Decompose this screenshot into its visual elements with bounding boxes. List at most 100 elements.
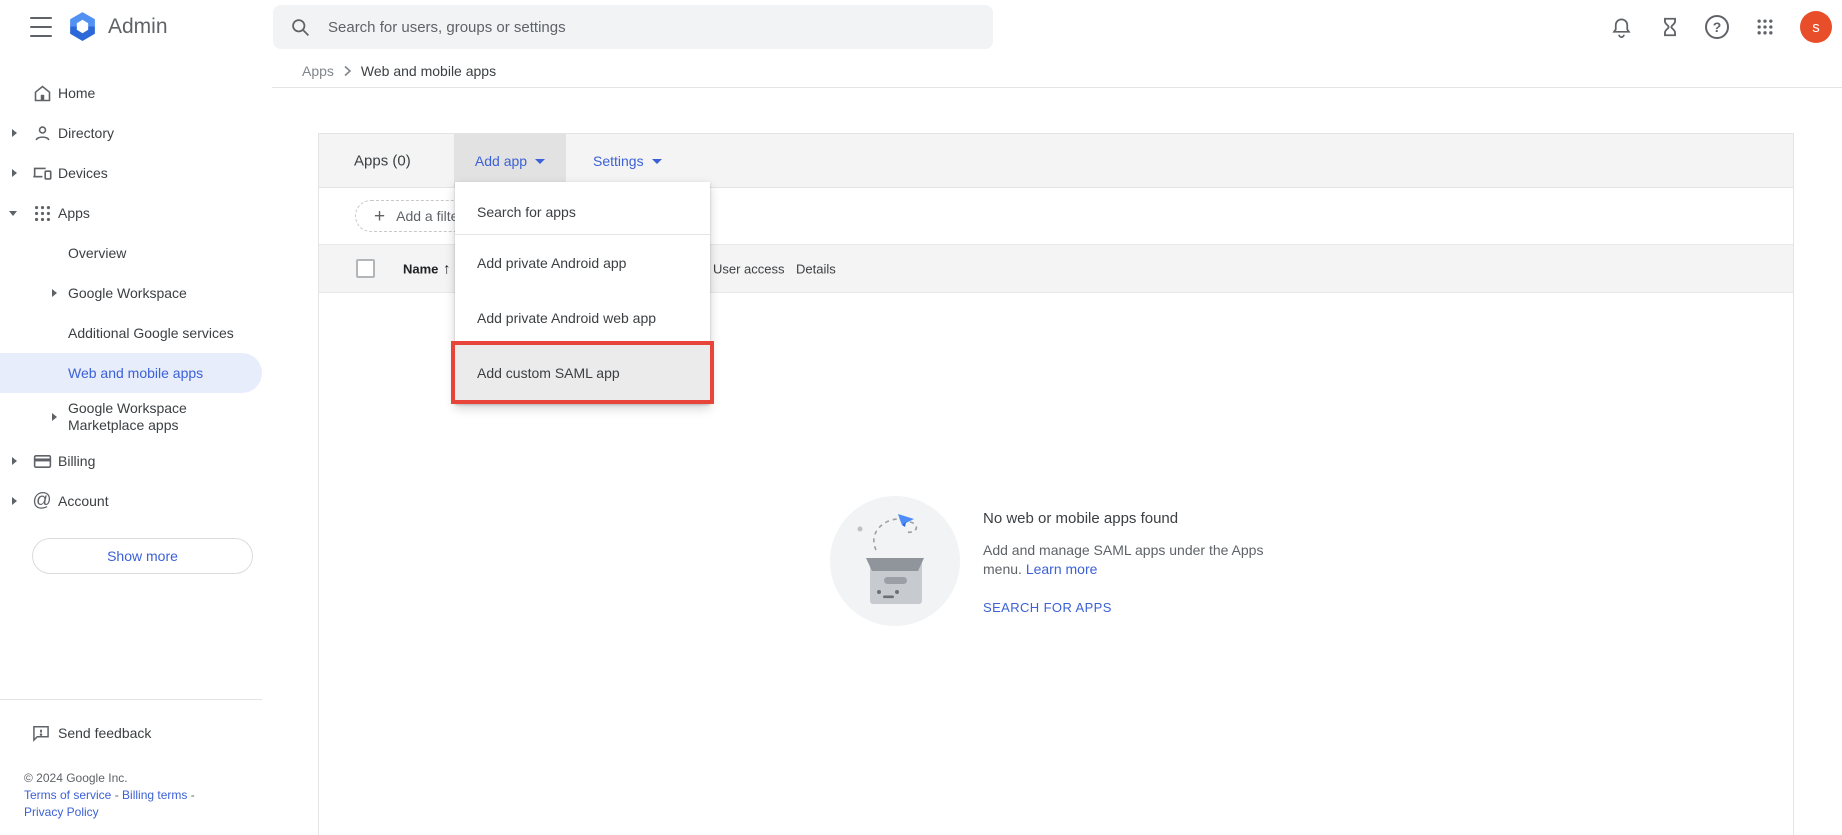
brand: Admin bbox=[66, 10, 168, 43]
avatar-initial: s bbox=[1812, 18, 1820, 36]
billing-terms-link[interactable]: Billing terms bbox=[122, 788, 187, 802]
apps-grid-icon bbox=[31, 202, 53, 224]
menu-item-add-private-android-web-app[interactable]: Add private Android web app bbox=[455, 290, 710, 345]
billing-card-icon bbox=[31, 450, 53, 472]
sidebar-item-label: Directory bbox=[58, 125, 115, 141]
sidebar-footer: © 2024 Google Inc. Terms of service - Bi… bbox=[24, 770, 262, 821]
devices-icon bbox=[31, 162, 53, 184]
sidebar: Home Directory Devices Apps Overview Goo… bbox=[0, 54, 262, 835]
sidebar-item-home[interactable]: Home bbox=[0, 73, 262, 113]
send-feedback-label: Send feedback bbox=[58, 725, 152, 741]
main-pane: Apps Web and mobile apps Apps (0) Add ap… bbox=[272, 54, 1842, 835]
add-app-menu: Search for apps Add private Android app … bbox=[455, 182, 710, 404]
search-icon bbox=[290, 17, 311, 38]
sidebar-item-web-and-mobile-apps[interactable]: Web and mobile apps bbox=[0, 353, 262, 393]
settings-button[interactable]: Settings bbox=[589, 134, 666, 187]
topbar-actions: ? s bbox=[1609, 0, 1832, 54]
breadcrumb-apps-link[interactable]: Apps bbox=[302, 63, 334, 79]
add-app-button[interactable]: Add app bbox=[454, 134, 566, 187]
expand-down-icon[interactable] bbox=[9, 210, 17, 216]
add-app-label: Add app bbox=[474, 152, 528, 169]
column-header-details[interactable]: Details bbox=[796, 261, 836, 276]
empty-box-illustration bbox=[830, 496, 960, 626]
sidebar-item-billing[interactable]: Billing bbox=[0, 441, 262, 481]
help-icon[interactable]: ? bbox=[1705, 15, 1729, 39]
sidebar-item-label: Account bbox=[58, 493, 109, 509]
settings-label: Settings bbox=[593, 152, 644, 169]
directory-person-icon bbox=[31, 122, 53, 144]
empty-state-text: No web or mobile apps found Add and mana… bbox=[983, 496, 1283, 626]
sidebar-item-additional-google-services[interactable]: Additional Google services bbox=[0, 313, 262, 353]
sidebar-item-label: Overview bbox=[68, 245, 127, 261]
menu-item-add-private-android-app[interactable]: Add private Android app bbox=[455, 235, 710, 290]
plus-icon: + bbox=[374, 205, 386, 227]
notifications-bell-icon[interactable] bbox=[1609, 15, 1634, 40]
learn-more-link[interactable]: Learn more bbox=[1026, 561, 1098, 577]
empty-state-title: No web or mobile apps found bbox=[983, 510, 1179, 527]
sidebar-item-label: Billing bbox=[58, 453, 96, 469]
sidebar-nav: Home Directory Devices Apps Overview Goo… bbox=[0, 54, 262, 574]
expand-right-icon[interactable] bbox=[12, 497, 17, 505]
select-all-checkbox[interactable] bbox=[356, 259, 375, 278]
sidebar-item-overview[interactable]: Overview bbox=[0, 233, 262, 273]
sidebar-item-devices[interactable]: Devices bbox=[0, 153, 262, 193]
expand-right-icon[interactable] bbox=[12, 129, 17, 137]
legal-separator: - bbox=[114, 788, 119, 802]
sidebar-item-label: Apps bbox=[58, 205, 90, 221]
privacy-policy-link[interactable]: Privacy Policy bbox=[24, 805, 99, 819]
sidebar-bottom: Send feedback © 2024 Google Inc. Terms o… bbox=[0, 699, 262, 835]
sidebar-item-account[interactable]: @ Account bbox=[0, 481, 262, 521]
question-mark-glyph: ? bbox=[1712, 19, 1722, 35]
send-feedback-button[interactable]: Send feedback bbox=[0, 712, 262, 754]
sidebar-item-google-workspace-marketplace-apps[interactable]: Google Workspace Marketplace apps bbox=[0, 393, 262, 441]
sidebar-item-label: Home bbox=[58, 85, 96, 101]
search-placeholder: Search for users, groups or settings bbox=[328, 18, 566, 36]
add-filter-label: Add a filter bbox=[396, 208, 464, 224]
home-icon bbox=[31, 82, 53, 104]
expand-right-icon[interactable] bbox=[12, 457, 17, 465]
expand-right-icon[interactable] bbox=[52, 413, 57, 421]
sidebar-item-google-workspace[interactable]: Google Workspace bbox=[0, 273, 262, 313]
sidebar-item-apps[interactable]: Apps bbox=[0, 193, 262, 233]
dropdown-caret-icon bbox=[535, 159, 546, 164]
account-at-icon: @ bbox=[32, 490, 52, 511]
chevron-right-icon bbox=[343, 65, 352, 77]
expand-right-icon[interactable] bbox=[52, 289, 57, 297]
sidebar-item-directory[interactable]: Directory bbox=[0, 113, 262, 153]
terms-of-service-link[interactable]: Terms of service bbox=[24, 788, 111, 802]
search-input[interactable]: Search for users, groups or settings bbox=[273, 5, 993, 49]
breadcrumb: Apps Web and mobile apps bbox=[272, 54, 1842, 88]
sidebar-item-label: Web and mobile apps bbox=[68, 365, 204, 381]
menu-item-add-custom-saml-app[interactable]: Add custom SAML app bbox=[455, 345, 710, 400]
account-avatar[interactable]: s bbox=[1800, 11, 1832, 43]
dropdown-caret-icon bbox=[651, 159, 662, 164]
feedback-icon bbox=[30, 722, 52, 744]
description-line-1: Add and manage SAML apps under the Apps bbox=[983, 542, 1264, 558]
empty-state: No web or mobile apps found Add and mana… bbox=[830, 496, 1283, 626]
sidebar-item-label: Google Workspace Marketplace apps bbox=[68, 400, 187, 433]
column-header-user-access[interactable]: User access bbox=[713, 261, 785, 276]
apps-count-title: Apps (0) bbox=[354, 152, 411, 169]
description-line-2: menu. bbox=[983, 561, 1022, 577]
show-more-label: Show more bbox=[107, 548, 178, 564]
sidebar-item-label: Additional Google services bbox=[68, 325, 234, 341]
content-area: Apps (0) Add app Settings + Add a filter bbox=[272, 88, 1842, 835]
hamburger-menu-icon[interactable] bbox=[30, 17, 52, 37]
breadcrumb-current: Web and mobile apps bbox=[360, 62, 497, 79]
sort-ascending-icon[interactable]: ↑ bbox=[443, 260, 451, 277]
menu-item-search-for-apps[interactable]: Search for apps bbox=[455, 190, 710, 234]
google-apps-grid-icon[interactable] bbox=[1752, 15, 1777, 40]
search-for-apps-button[interactable]: SEARCH FOR APPS bbox=[983, 600, 1283, 615]
apps-toolbar: Apps (0) Add app Settings bbox=[319, 134, 1793, 188]
expand-right-icon[interactable] bbox=[12, 169, 17, 177]
brand-title: Admin bbox=[108, 14, 168, 38]
sidebar-item-label: Google Workspace bbox=[68, 285, 187, 301]
google-admin-logo-icon bbox=[66, 10, 99, 43]
top-bar: Admin Search for users, groups or settin… bbox=[0, 0, 1842, 54]
hourglass-tasks-icon[interactable] bbox=[1657, 15, 1682, 40]
copyright-text: © 2024 Google Inc. bbox=[24, 771, 128, 785]
empty-state-description: Add and manage SAML apps under the Apps … bbox=[983, 541, 1283, 579]
show-more-button[interactable]: Show more bbox=[32, 538, 253, 574]
sidebar-item-label: Devices bbox=[58, 165, 108, 181]
column-header-name[interactable]: Name bbox=[403, 261, 438, 276]
